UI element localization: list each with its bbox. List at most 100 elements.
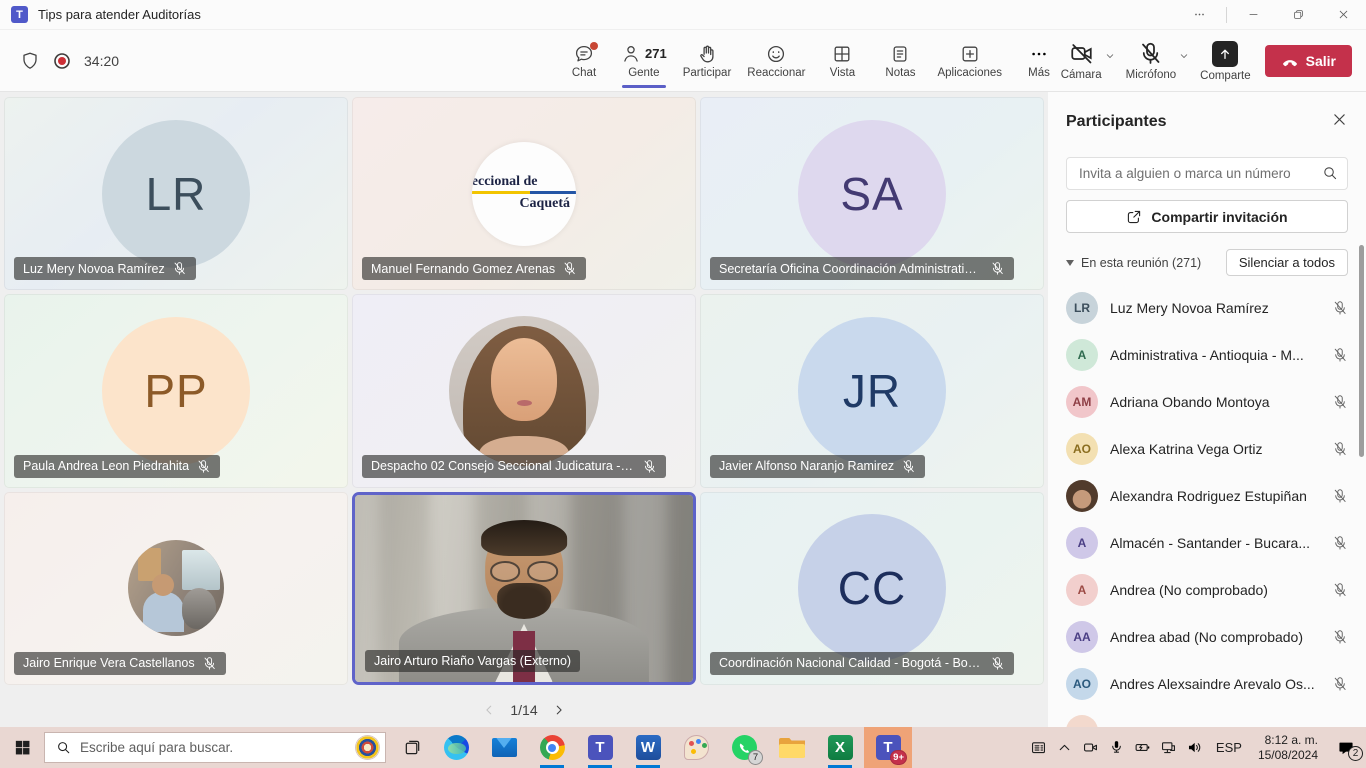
org-emblem-icon xyxy=(356,736,379,759)
video-tile[interactable]: JR Javier Alfonso Naranjo Ramirez xyxy=(700,294,1044,487)
battery-button[interactable] xyxy=(1130,727,1156,768)
file-explorer-icon xyxy=(779,738,805,758)
raise-hand-button[interactable]: Participar xyxy=(678,33,737,89)
camera-options-chevron[interactable] xyxy=(1104,49,1116,67)
video-tile[interactable]: Seccional de Caquetá Manuel Fernando Gom… xyxy=(352,97,696,290)
participant-name-label: Luz Mery Novoa Ramírez xyxy=(14,257,196,280)
restore-button[interactable] xyxy=(1276,0,1321,29)
mic-off-icon[interactable] xyxy=(1332,629,1348,645)
mic-off-icon[interactable] xyxy=(1332,394,1348,410)
leave-button[interactable]: Salir xyxy=(1265,45,1352,77)
chevron-down-icon xyxy=(1104,50,1116,62)
taskbar-app-chrome[interactable] xyxy=(528,727,576,768)
notification-badge: 2 xyxy=(1348,746,1363,761)
window-more-options-icon[interactable] xyxy=(1177,0,1222,29)
video-tile[interactable]: CC Coordinación Nacional Calidad - Bogot… xyxy=(700,492,1044,685)
speaker-icon xyxy=(1186,739,1203,756)
chevron-up-icon xyxy=(1056,739,1073,756)
video-tile[interactable]: Despacho 02 Consejo Seccional Judicatura… xyxy=(352,294,696,487)
mic-off-icon[interactable] xyxy=(1332,441,1348,457)
participant-row[interactable]: AA Andrea abad (No comprobado) xyxy=(1066,613,1348,660)
mic-off-icon[interactable] xyxy=(1332,676,1348,692)
invite-search-input[interactable] xyxy=(1066,157,1348,190)
section-collapse-icon xyxy=(1066,260,1074,266)
more-button[interactable]: Más xyxy=(1013,33,1065,89)
taskbar-app-explorer[interactable] xyxy=(768,727,816,768)
taskbar-app-whatsapp[interactable]: 7 xyxy=(720,727,768,768)
mic-options-chevron[interactable] xyxy=(1178,49,1190,67)
clock[interactable]: 8:12 a. m. 15/08/2024 xyxy=(1250,733,1326,763)
apps-button[interactable]: Aplicaciones xyxy=(932,33,1007,89)
taskbar-app-edge[interactable] xyxy=(432,727,480,768)
start-button[interactable] xyxy=(0,727,44,768)
network-button[interactable] xyxy=(1156,727,1182,768)
taskbar-app-word[interactable]: W xyxy=(624,727,672,768)
mic-off-icon[interactable] xyxy=(1332,535,1348,551)
notes-button[interactable]: Notas xyxy=(874,33,926,89)
tray-camera-button[interactable] xyxy=(1078,727,1104,768)
video-tile-active-speaker[interactable]: Jairo Arturo Riaño Vargas (Externo) xyxy=(352,492,696,685)
whatsapp-badge: 7 xyxy=(748,750,763,765)
panel-close-icon[interactable] xyxy=(1331,111,1348,133)
participant-row[interactable] xyxy=(1066,707,1348,727)
chat-button[interactable]: Chat xyxy=(558,33,610,89)
video-tile[interactable]: SA Secretaría Oficina Coordinación Admin… xyxy=(700,97,1044,290)
participant-row[interactable]: AM Adriana Obando Montoya xyxy=(1066,378,1348,425)
participant-row[interactable]: A Administrativa - Antioquia - M... xyxy=(1066,331,1348,378)
taskbar-app-teams-meeting[interactable]: T 9+ xyxy=(864,727,912,768)
mic-button[interactable]: Micrófono xyxy=(1126,41,1177,81)
people-button[interactable]: 271 Gente xyxy=(616,33,672,89)
taskbar-app-mail[interactable] xyxy=(480,727,528,768)
mic-off-icon[interactable] xyxy=(1332,300,1348,316)
mic-off-icon[interactable] xyxy=(1332,347,1348,363)
news-widget-button[interactable] xyxy=(1026,727,1052,768)
more-dots-icon xyxy=(1029,44,1049,64)
mute-all-button[interactable]: Silenciar a todos xyxy=(1226,249,1348,276)
close-button[interactable] xyxy=(1321,0,1366,29)
notification-center-button[interactable]: 2 xyxy=(1326,727,1366,768)
participant-row[interactable]: AO Alexa Katrina Vega Ortiz xyxy=(1066,425,1348,472)
taskbar-app-teams[interactable]: T xyxy=(576,727,624,768)
taskbar-search-input[interactable] xyxy=(80,740,356,755)
camera-button[interactable]: Cámara xyxy=(1061,41,1102,81)
taskbar-app-paint[interactable] xyxy=(672,727,720,768)
participant-row[interactable]: A Almacén - Santander - Bucara... xyxy=(1066,519,1348,566)
battery-icon xyxy=(1134,739,1151,756)
language-indicator[interactable]: ESP xyxy=(1208,740,1250,755)
chrome-icon xyxy=(540,735,565,760)
mic-off-icon xyxy=(990,656,1005,671)
view-button[interactable]: Vista xyxy=(816,33,868,89)
show-hidden-icons-button[interactable] xyxy=(1052,727,1078,768)
avatar: A xyxy=(1066,339,1098,371)
taskbar-app-excel[interactable]: X xyxy=(816,727,864,768)
share-screen-button[interactable]: Comparte xyxy=(1200,41,1251,82)
mic-off-icon xyxy=(901,459,916,474)
time: 8:12 a. m. xyxy=(1258,733,1318,748)
in-meeting-section-toggle[interactable]: En esta reunión (271) xyxy=(1066,256,1201,270)
mic-off-icon xyxy=(196,459,211,474)
tray-mic-button[interactable] xyxy=(1104,727,1130,768)
panel-scrollbar[interactable] xyxy=(1359,245,1364,457)
participant-name-label: Jairo Enrique Vera Castellanos xyxy=(14,652,226,675)
share-invitation-button[interactable]: Compartir invitación xyxy=(1066,200,1348,233)
video-tile[interactable]: Jairo Enrique Vera Castellanos xyxy=(4,492,348,685)
mic-off-icon xyxy=(202,656,217,671)
mic-off-icon[interactable] xyxy=(1332,582,1348,598)
participant-row[interactable]: LR Luz Mery Novoa Ramírez xyxy=(1066,284,1348,331)
video-tile[interactable]: PP Paula Andrea Leon Piedrahita xyxy=(4,294,348,487)
volume-button[interactable] xyxy=(1182,727,1208,768)
video-tile[interactable]: LR Luz Mery Novoa Ramírez xyxy=(4,97,348,290)
minimize-button[interactable] xyxy=(1231,0,1276,29)
logo-flag-bar xyxy=(472,191,576,194)
mic-off-icon[interactable] xyxy=(1332,488,1348,504)
participant-row[interactable]: Alexandra Rodriguez Estupiñan xyxy=(1066,472,1348,519)
page-previous-icon[interactable] xyxy=(482,703,496,717)
taskbar-search-box[interactable] xyxy=(44,732,386,763)
page-next-icon[interactable] xyxy=(552,703,566,717)
participant-row[interactable]: A Andrea (No comprobado) xyxy=(1066,566,1348,613)
participant-row[interactable]: AO Andres Alexsaindre Arevalo Os... xyxy=(1066,660,1348,707)
video-stage: LR Luz Mery Novoa Ramírez Seccional de C… xyxy=(0,92,1048,727)
mic-off-icon xyxy=(990,261,1005,276)
task-view-button[interactable] xyxy=(392,727,432,768)
react-button[interactable]: Reaccionar xyxy=(742,33,810,89)
